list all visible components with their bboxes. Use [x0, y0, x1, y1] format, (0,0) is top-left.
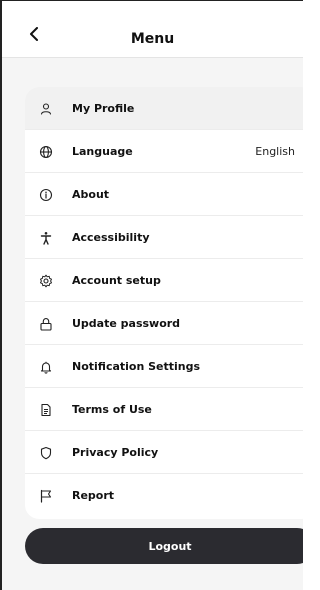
logout-button[interactable]: Logout [25, 528, 303, 564]
header-bar: Menu [2, 1, 303, 58]
person-icon [37, 100, 55, 118]
globe-icon [37, 143, 55, 161]
language-value: English [255, 145, 295, 158]
menu-item-language[interactable]: Language English [25, 130, 303, 173]
menu-item-my-profile[interactable]: My Profile [25, 87, 303, 130]
menu-item-accessibility[interactable]: Accessibility [25, 216, 303, 259]
menu-item-about[interactable]: About [25, 173, 303, 216]
menu-item-label: Report [72, 489, 115, 502]
shield-icon [37, 444, 55, 462]
menu-item-label: Notification Settings [72, 360, 201, 373]
menu-item-label: Terms of Use [72, 403, 152, 416]
menu-item-label: Account setup [72, 274, 161, 287]
menu-list: My Profile Language English About Access… [25, 87, 303, 519]
menu-item-label: Language [72, 145, 133, 158]
info-icon [37, 186, 55, 204]
menu-item-label: About [72, 188, 110, 201]
gear-icon [37, 272, 55, 290]
flag-icon [37, 487, 55, 505]
menu-item-label: Privacy Policy [72, 446, 159, 459]
menu-item-privacy-policy[interactable]: Privacy Policy [25, 431, 303, 474]
menu-item-update-password[interactable]: Update password [25, 302, 303, 345]
menu-item-label: Accessibility [72, 231, 150, 244]
menu-item-account-setup[interactable]: Account setup [25, 259, 303, 302]
menu-item-label: My Profile [72, 102, 135, 115]
bell-icon [37, 358, 55, 376]
menu-screen: Menu My Profile Language English About A… [0, 0, 303, 590]
menu-item-label: Update password [72, 317, 181, 330]
page-title: Menu [130, 31, 175, 47]
menu-item-report[interactable]: Report [25, 474, 303, 517]
menu-item-notification-settings[interactable]: Notification Settings [25, 345, 303, 388]
accessibility-icon [37, 229, 55, 247]
lock-icon [37, 315, 55, 333]
menu-item-terms-of-use[interactable]: Terms of Use [25, 388, 303, 431]
document-icon [37, 401, 55, 419]
